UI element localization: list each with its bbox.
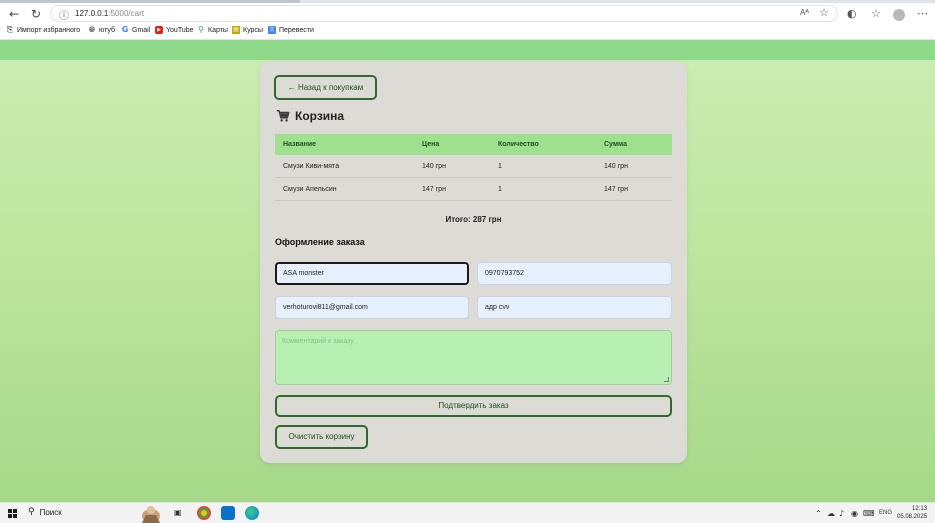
bookmark-youtube[interactable]: ▶ YouTube [155,26,194,34]
address-bar[interactable]: ⓘ 127.0.0.1:5000/cart Aᴬ ☆ [50,5,838,22]
back-to-shopping-button[interactable]: ← Назад к покупкам [274,75,377,100]
edge-icon[interactable] [245,506,259,520]
page-viewport: ← Назад к покупкам Корзина Название Цена… [0,40,935,502]
cell-name: Смузи Апельсин [283,186,337,193]
site-info-icon[interactable]: ⓘ [59,7,69,22]
volume-icon[interactable]: ♪ [839,509,844,518]
vscode-icon[interactable] [221,506,235,520]
bookmark-maps[interactable]: ⚲ Карты [197,26,228,34]
favorite-star-icon[interactable]: ☆ [819,6,829,19]
phone-input[interactable]: 0970793752 [477,262,672,285]
cell-price: 140 грн [422,163,446,170]
browser-toolbar: ← ↻ ⓘ 127.0.0.1:5000/cart Aᴬ ☆ ◐ ☆ ⋯ [0,3,935,23]
cart-total: Итого: 287 грн [445,215,502,224]
confirm-order-button[interactable]: Подтвердить заказ [275,395,672,417]
courses-icon: ▤ [232,26,240,34]
favorites-icon[interactable]: ☆ [871,7,881,20]
clock[interactable]: 12:13 05.08.2025 [897,505,927,521]
task-view-icon[interactable]: ▣ [174,508,182,517]
bookmark-translate[interactable]: 文 Перевести [268,26,314,34]
browser-essentials-icon[interactable]: ◐ [847,7,857,20]
table-row: Смузи Киви-мята 140 грн 1 140 грн [275,155,672,178]
header-quantity: Количество [498,141,539,148]
cell-name: Смузи Киви-мята [283,163,340,170]
cell-quantity: 1 [498,186,502,193]
import-icon: ⎘ [6,25,14,34]
cart-card: ← Назад к покупкам Корзина Название Цена… [260,61,687,463]
cell-quantity: 1 [498,163,502,170]
more-menu-icon[interactable]: ⋯ [917,7,928,20]
bookmark-gmail[interactable]: G Gmail [121,25,151,34]
clock-date: 05.08.2025 [897,514,928,520]
comment-textarea[interactable]: Комментарий к заказу [275,330,672,385]
bookmark-youtube-ru[interactable]: 🌐︎ ютуб [88,26,115,34]
name-input[interactable]: ASA monster [275,262,469,285]
shopping-cart-icon [276,110,290,122]
onedrive-icon[interactable]: ☁ [827,509,835,518]
back-arrow-icon[interactable]: ← [7,7,21,21]
translate-icon: 文 [268,26,276,34]
chrome-icon[interactable] [197,506,211,520]
bookmark-courses[interactable]: ▤ Курсы [232,26,263,34]
language-indicator[interactable]: ENG [879,510,892,516]
tray-chevron-icon[interactable]: ⌃ [815,509,822,518]
table-header: Название Цена Количество Сумма [275,134,672,155]
bookmark-import[interactable]: ⎘ Импорт избранного [6,26,80,34]
header-sum: Сумма [604,141,628,148]
camera-icon[interactable]: ◉ [851,509,858,518]
windows-taskbar: ⚲ Поиск ▣ ⌃ ☁ ♪ ◉ ⌨ ENG 12:13 05.08.2025 [0,502,935,523]
url-text: 127.0.0.1:5000/cart [75,9,144,18]
cell-sum: 147 грн [604,186,628,193]
resize-handle[interactable] [664,377,669,382]
read-aloud-icon[interactable]: Aᴬ [800,8,809,17]
profile-avatar[interactable] [893,9,905,21]
search-icon: ⚲ [28,507,35,517]
clock-time: 12:13 [912,506,928,512]
header-name: Название [283,141,317,148]
windows-start-icon[interactable] [8,509,17,518]
youtube-icon: ▶ [155,26,163,34]
cell-price: 147 грн [422,186,446,193]
page-title: Корзина [276,109,344,123]
clear-cart-button[interactable]: Очистить корзину [275,425,368,449]
email-input[interactable]: verhoturovi811@gmail.com [275,296,469,319]
header-price: Цена [422,141,440,148]
google-icon: G [121,25,129,34]
checkout-title: Оформление заказа [275,237,365,247]
cell-sum: 140 грн [604,163,628,170]
taskbar-search[interactable]: ⚲ Поиск [28,507,62,517]
cart-table: Название Цена Количество Сумма Смузи Кив… [275,134,672,201]
map-pin-icon: ⚲ [198,25,204,34]
comment-placeholder: Комментарий к заказу [282,338,354,345]
bookmarks-bar: ⎘ Импорт избранного 🌐︎ ютуб G Gmail ▶ YouTub… [0,23,935,40]
globe-icon: 🌐︎ [88,25,96,34]
page-title-text: Корзина [295,109,345,123]
search-highlight-image [142,506,160,523]
reload-icon[interactable]: ↻ [29,7,43,21]
address-input[interactable]: адр cvv [477,296,672,319]
site-header [0,40,935,60]
table-row: Смузи Апельсин 147 грн 1 147 грн [275,178,672,201]
keyboard-icon[interactable]: ⌨ [863,509,875,518]
